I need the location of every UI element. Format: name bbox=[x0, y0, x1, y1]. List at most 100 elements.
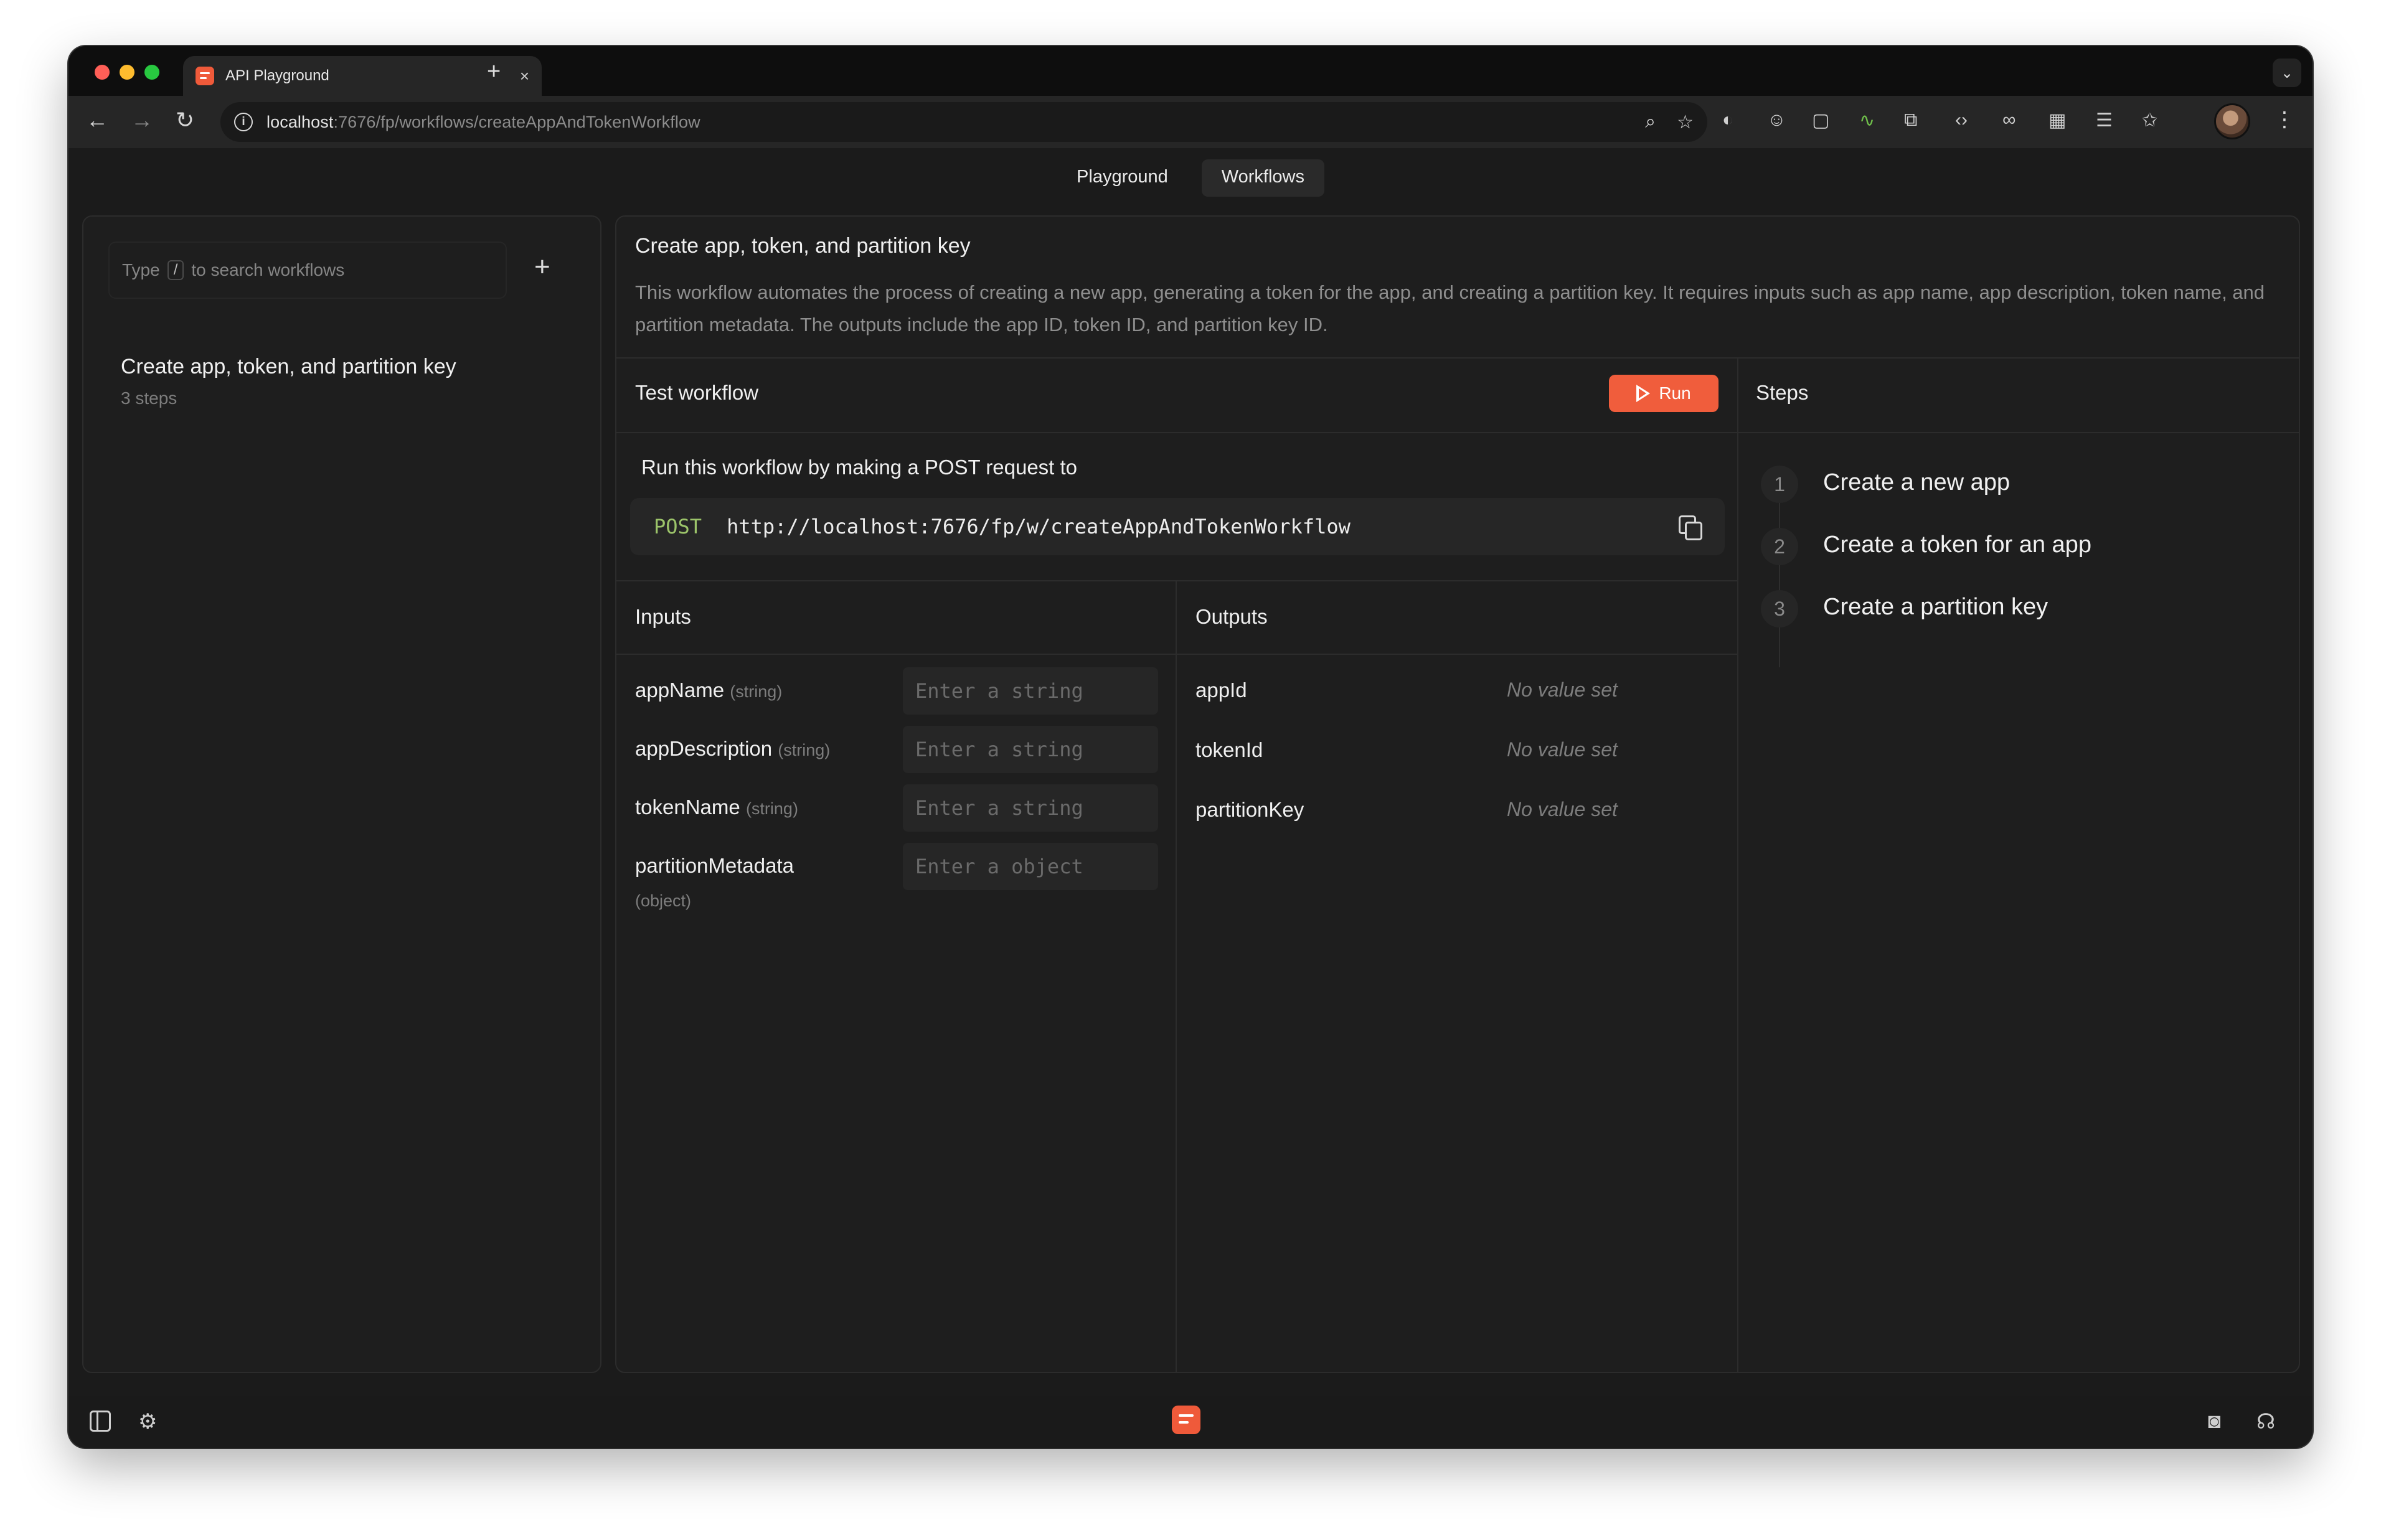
browser-window: API Playground × + ⌄ ← → ↻ i localhost:7… bbox=[68, 46, 2313, 1448]
extension-glasses-icon[interactable]: ▢ bbox=[1812, 110, 1829, 131]
search-placeholder-prefix: Type bbox=[122, 260, 160, 279]
new-tab-button[interactable]: + bbox=[487, 59, 501, 85]
bookmarks-icon[interactable]: ✩ bbox=[2142, 110, 2157, 131]
run-label: Run bbox=[1659, 383, 1691, 403]
tokenname-input[interactable]: Enter a string bbox=[903, 784, 1158, 832]
step-label: Create a partition key bbox=[1823, 594, 2049, 620]
add-workflow-button[interactable]: + bbox=[534, 251, 550, 283]
steps-title: Steps bbox=[1756, 381, 1809, 404]
step-label: Create a token for an app bbox=[1823, 532, 2091, 558]
close-window-button[interactable] bbox=[95, 65, 110, 80]
bottom-bar: ⚙ ◙ ☊ bbox=[68, 1396, 2313, 1448]
tab-strip: API Playground × + ⌄ bbox=[68, 46, 2313, 96]
url-text[interactable]: localhost:7676/fp/workflows/createAppAnd… bbox=[266, 113, 1624, 132]
app-area: Playground Workflows Type / to search wo… bbox=[68, 148, 2313, 1396]
devtools-code-icon[interactable]: ‹› bbox=[1955, 110, 1968, 131]
browser-menu-icon[interactable]: ⋮ bbox=[2274, 107, 2295, 132]
steps-divider bbox=[1737, 357, 1738, 1372]
tab-title: API Playground bbox=[225, 67, 329, 84]
qr-code-icon[interactable]: ▦ bbox=[2049, 110, 2066, 131]
app-logo-icon bbox=[1172, 1406, 1200, 1434]
search-shortcut-key: / bbox=[167, 260, 184, 280]
top-navigation: Playground Workflows bbox=[68, 159, 2313, 197]
step-item[interactable]: 3 Create a partition key bbox=[1761, 585, 2271, 635]
appname-input[interactable]: Enter a string bbox=[903, 667, 1158, 715]
tab-close-icon[interactable]: × bbox=[520, 67, 529, 86]
tab-search-button[interactable]: ⌄ bbox=[2273, 59, 2301, 87]
endpoint-box: POST http://localhost:7676/fp/w/createAp… bbox=[630, 498, 1725, 555]
nav-tab-workflows[interactable]: Workflows bbox=[1201, 159, 1324, 197]
input-row-partitionmetadata: partitionMetadata (object) Enter a objec… bbox=[635, 843, 1171, 918]
output-value: No value set bbox=[1507, 798, 1618, 820]
workflows-sidebar: Type / to search workflows + Create app,… bbox=[82, 215, 601, 1373]
github-icon[interactable]: ☊ bbox=[2256, 1409, 2275, 1434]
input-label: appDescription (string) bbox=[635, 737, 831, 760]
search-placeholder-suffix: to search workflows bbox=[191, 260, 345, 279]
step-number: 3 bbox=[1761, 590, 1798, 627]
outputs-title: Outputs bbox=[1195, 605, 1268, 628]
settings-gear-icon[interactable]: ⚙ bbox=[138, 1409, 157, 1434]
back-arrow-icon[interactable]: ← bbox=[86, 107, 108, 133]
workflow-search-input[interactable]: Type / to search workflows bbox=[108, 242, 507, 299]
input-label: appName (string) bbox=[635, 678, 783, 702]
output-name: tokenId bbox=[1195, 738, 1263, 761]
step-number: 2 bbox=[1761, 528, 1798, 565]
app-favicon-icon bbox=[196, 67, 214, 85]
output-row-appid: appId No value set bbox=[1195, 678, 1743, 716]
extension-face-icon[interactable]: ☺ bbox=[1767, 110, 1786, 131]
step-label: Create a new app bbox=[1823, 469, 2010, 495]
steps-connector-line bbox=[1779, 493, 1780, 667]
workflow-item-steps: 3 steps bbox=[121, 388, 177, 408]
zoom-icon[interactable]: ⌕ bbox=[1645, 111, 1656, 133]
endpoint-url: http://localhost:7676/fp/w/createAppAndT… bbox=[727, 515, 1351, 538]
extension-chart-icon[interactable]: ∿ bbox=[1859, 110, 1875, 131]
step-item[interactable]: 2 Create a token for an app bbox=[1761, 523, 2271, 573]
header-divider bbox=[616, 357, 2299, 359]
discord-icon[interactable]: ◙ bbox=[2208, 1409, 2221, 1434]
io-middle-divider bbox=[1176, 580, 1177, 1372]
input-label: partitionMetadata bbox=[635, 854, 794, 877]
workflow-item-title[interactable]: Create app, token, and partition key bbox=[121, 355, 456, 379]
forward-arrow-icon[interactable]: → bbox=[131, 107, 153, 133]
workflow-detail-panel: Create app, token, and partition key Thi… bbox=[615, 215, 2300, 1373]
profile-avatar[interactable] bbox=[2214, 103, 2250, 139]
reading-list-icon[interactable]: ☰ bbox=[2096, 110, 2113, 131]
browser-toolbar: ← → ↻ i localhost:7676/fp/workflows/crea… bbox=[68, 96, 2313, 148]
input-row-appname: appName (string) Enter a string bbox=[635, 667, 1171, 717]
maximize-window-button[interactable] bbox=[144, 65, 159, 80]
extensions-puzzle-icon[interactable]: ⧉ bbox=[1904, 110, 1917, 131]
nav-tab-playground[interactable]: Playground bbox=[1057, 159, 1188, 197]
toggle-sidebar-icon[interactable] bbox=[90, 1411, 111, 1432]
workflow-title: Create app, token, and partition key bbox=[635, 234, 971, 258]
play-icon bbox=[1636, 385, 1651, 402]
reload-icon[interactable]: ↻ bbox=[176, 107, 194, 133]
bookmark-star-icon[interactable]: ☆ bbox=[1677, 111, 1694, 133]
inputs-title: Inputs bbox=[635, 605, 691, 628]
output-row-tokenid: tokenId No value set bbox=[1195, 738, 1743, 776]
step-number: 1 bbox=[1761, 466, 1798, 503]
link-icon[interactable]: ∞ bbox=[2002, 110, 2016, 131]
address-bar[interactable]: i localhost:7676/fp/workflows/createAppA… bbox=[220, 102, 1707, 142]
minimize-window-button[interactable] bbox=[120, 65, 134, 80]
workflow-description: This workflow automates the process of c… bbox=[635, 281, 2265, 336]
http-method: POST bbox=[654, 515, 702, 538]
appdescription-input[interactable]: Enter a string bbox=[903, 726, 1158, 773]
steps-header-divider bbox=[1738, 432, 2299, 433]
input-label: tokenName (string) bbox=[635, 796, 798, 819]
step-item[interactable]: 1 Create a new app bbox=[1761, 461, 2271, 510]
test-header-divider bbox=[616, 432, 1737, 433]
output-value: No value set bbox=[1507, 678, 1618, 701]
partitionmetadata-input[interactable]: Enter a object bbox=[903, 843, 1158, 890]
post-request-label: Run this workflow by making a POST reque… bbox=[641, 456, 1078, 479]
run-button[interactable]: Run bbox=[1609, 375, 1719, 412]
output-name: partitionKey bbox=[1195, 798, 1304, 821]
input-row-tokenname: tokenName (string) Enter a string bbox=[635, 784, 1171, 834]
test-workflow-title: Test workflow bbox=[635, 381, 759, 404]
copy-icon[interactable] bbox=[1679, 515, 1702, 540]
io-top-divider bbox=[616, 580, 1737, 581]
site-info-icon[interactable]: i bbox=[234, 113, 253, 131]
input-row-appdescription: appDescription (string) Enter a string bbox=[635, 726, 1171, 776]
output-value: No value set bbox=[1507, 738, 1618, 761]
io-header-divider bbox=[616, 654, 1737, 655]
extension-globe-icon[interactable]: ◐ bbox=[1722, 110, 1733, 131]
